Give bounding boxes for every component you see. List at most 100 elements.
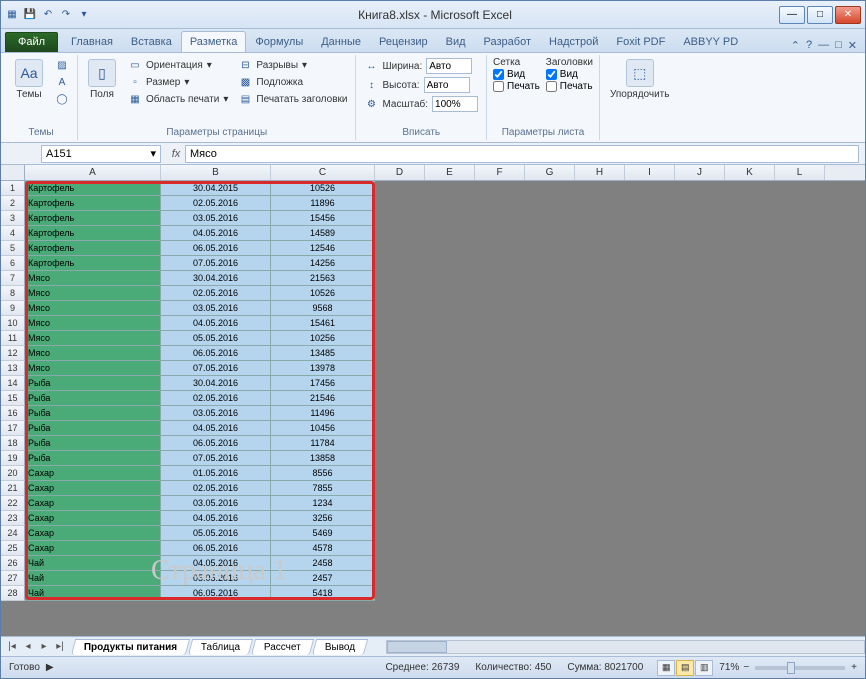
row-header[interactable]: 23 bbox=[1, 511, 25, 526]
orientation-button[interactable]: ▭Ориентация ▾ bbox=[126, 57, 230, 73]
tab-prev-icon[interactable]: ◂ bbox=[21, 641, 35, 652]
cell[interactable]: 06.05.2016 bbox=[161, 436, 271, 451]
row-header[interactable]: 10 bbox=[1, 316, 25, 331]
cell[interactable]: 11496 bbox=[271, 406, 375, 421]
headings-view-check[interactable]: Вид bbox=[546, 69, 593, 80]
theme-colors-button[interactable]: ▨ bbox=[53, 57, 71, 73]
cell[interactable]: 02.05.2016 bbox=[161, 286, 271, 301]
row-header[interactable]: 6 bbox=[1, 256, 25, 271]
cell[interactable]: Картофель bbox=[25, 256, 161, 271]
cell[interactable]: 04.05.2016 bbox=[161, 226, 271, 241]
cell[interactable]: 13978 bbox=[271, 361, 375, 376]
cell[interactable]: 07.05.2016 bbox=[161, 451, 271, 466]
row-header[interactable]: 14 bbox=[1, 376, 25, 391]
column-header-H[interactable]: H bbox=[575, 165, 625, 180]
cell[interactable]: 5469 bbox=[271, 526, 375, 541]
column-header-F[interactable]: F bbox=[475, 165, 525, 180]
column-header-C[interactable]: C bbox=[271, 165, 375, 180]
select-all-corner[interactable] bbox=[1, 165, 25, 180]
cell[interactable]: 01.05.2016 bbox=[161, 466, 271, 481]
tab-last-icon[interactable]: ▸| bbox=[53, 641, 67, 652]
cell[interactable]: 15461 bbox=[271, 316, 375, 331]
cell[interactable]: 10526 bbox=[271, 181, 375, 196]
cell[interactable]: 07.05.2016 bbox=[161, 361, 271, 376]
cell[interactable]: Чай bbox=[25, 571, 161, 586]
theme-effects-button[interactable]: ◯ bbox=[53, 91, 71, 107]
horizontal-scrollbar[interactable] bbox=[386, 640, 865, 654]
cell[interactable]: 06.05.2016 bbox=[161, 541, 271, 556]
view-page-break-button[interactable]: ▥ bbox=[695, 660, 713, 676]
tab-foxit pdf[interactable]: Foxit PDF bbox=[607, 31, 674, 52]
cell[interactable]: 03.05.2016 bbox=[161, 301, 271, 316]
cell[interactable]: 9568 bbox=[271, 301, 375, 316]
undo-icon[interactable]: ↶ bbox=[41, 8, 55, 22]
tab-abbyy pd[interactable]: ABBYY PD bbox=[674, 31, 747, 52]
cell[interactable]: 05.05.2016 bbox=[161, 331, 271, 346]
doc-minimize-icon[interactable]: — bbox=[818, 39, 829, 52]
cell[interactable]: 4578 bbox=[271, 541, 375, 556]
zoom-level[interactable]: 71% bbox=[719, 662, 739, 673]
cell[interactable]: Картофель bbox=[25, 226, 161, 241]
theme-fonts-button[interactable]: A bbox=[53, 74, 71, 90]
sheet-tab[interactable]: Вывод bbox=[312, 639, 369, 655]
background-button[interactable]: ▩Подложка bbox=[236, 74, 349, 90]
cell[interactable]: Мясо bbox=[25, 286, 161, 301]
cell[interactable]: Сахар bbox=[25, 496, 161, 511]
cell[interactable]: Сахар bbox=[25, 511, 161, 526]
cell[interactable]: 5418 bbox=[271, 586, 375, 601]
cell[interactable]: Рыба bbox=[25, 376, 161, 391]
tab-формулы[interactable]: Формулы bbox=[246, 31, 312, 52]
sheet-tab[interactable]: Продукты питания bbox=[71, 639, 190, 655]
cell[interactable]: 02.05.2016 bbox=[161, 391, 271, 406]
cell[interactable]: 2458 bbox=[271, 556, 375, 571]
cell[interactable]: 04.05.2016 bbox=[161, 556, 271, 571]
column-header-L[interactable]: L bbox=[775, 165, 825, 180]
column-header-G[interactable]: G bbox=[525, 165, 575, 180]
column-header-J[interactable]: J bbox=[675, 165, 725, 180]
sheet-tab[interactable]: Рассчет bbox=[251, 639, 314, 655]
row-header[interactable]: 25 bbox=[1, 541, 25, 556]
cell[interactable]: 10256 bbox=[271, 331, 375, 346]
cell[interactable]: 8556 bbox=[271, 466, 375, 481]
cell[interactable]: Мясо bbox=[25, 271, 161, 286]
column-header-K[interactable]: K bbox=[725, 165, 775, 180]
zoom-slider[interactable] bbox=[755, 666, 845, 670]
cell[interactable]: 03.05.2016 bbox=[161, 406, 271, 421]
column-header-B[interactable]: B bbox=[161, 165, 271, 180]
cell[interactable]: Картофель bbox=[25, 196, 161, 211]
cell[interactable]: Сахар bbox=[25, 466, 161, 481]
cell[interactable]: 05.05.2016 bbox=[161, 571, 271, 586]
cell[interactable]: Рыба bbox=[25, 421, 161, 436]
cell[interactable]: Чай bbox=[25, 556, 161, 571]
grid-rows[interactable]: 1Картофель30.04.2015105262Картофель02.05… bbox=[1, 181, 865, 601]
qat-dropdown-icon[interactable]: ▾ bbox=[77, 8, 91, 22]
cell[interactable]: Сахар bbox=[25, 481, 161, 496]
cell[interactable]: 14256 bbox=[271, 256, 375, 271]
cell[interactable]: 06.05.2016 bbox=[161, 241, 271, 256]
row-header[interactable]: 15 bbox=[1, 391, 25, 406]
gridlines-view-check[interactable]: Вид bbox=[493, 69, 540, 80]
formula-input[interactable]: Мясо bbox=[185, 145, 859, 163]
cell[interactable]: 14589 bbox=[271, 226, 375, 241]
tab-рецензир[interactable]: Рецензир bbox=[370, 31, 437, 52]
cell[interactable]: 06.05.2016 bbox=[161, 346, 271, 361]
cell[interactable]: Мясо bbox=[25, 331, 161, 346]
row-header[interactable]: 21 bbox=[1, 481, 25, 496]
cell[interactable]: 07.05.2016 bbox=[161, 256, 271, 271]
cell[interactable]: Рыба bbox=[25, 436, 161, 451]
breaks-button[interactable]: ⊟Разрывы ▾ bbox=[236, 57, 349, 73]
cell[interactable]: Чай bbox=[25, 586, 161, 601]
row-header[interactable]: 17 bbox=[1, 421, 25, 436]
cell[interactable]: 30.04.2016 bbox=[161, 376, 271, 391]
cell[interactable]: 15456 bbox=[271, 211, 375, 226]
column-header-D[interactable]: D bbox=[375, 165, 425, 180]
print-area-button[interactable]: ▦Область печати ▾ bbox=[126, 91, 230, 107]
themes-button[interactable]: Aa Темы bbox=[11, 57, 47, 102]
cell[interactable]: 11784 bbox=[271, 436, 375, 451]
cell[interactable]: 21546 bbox=[271, 391, 375, 406]
doc-close-icon[interactable]: ✕ bbox=[848, 39, 857, 52]
row-header[interactable]: 2 bbox=[1, 196, 25, 211]
cell[interactable]: Мясо bbox=[25, 301, 161, 316]
row-header[interactable]: 26 bbox=[1, 556, 25, 571]
tab-разметка[interactable]: Разметка bbox=[181, 31, 247, 52]
